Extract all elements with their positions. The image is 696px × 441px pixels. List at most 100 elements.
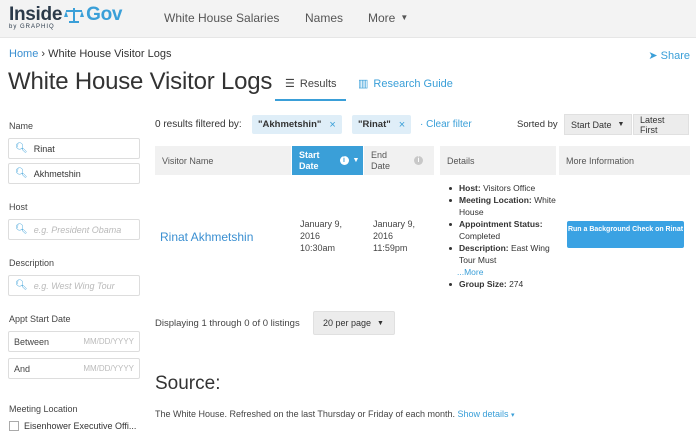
column-header-visitor-name[interactable]: Visitor Name bbox=[155, 146, 291, 175]
results-summary: 0 results filtered by: bbox=[155, 119, 242, 130]
detail-label: Host: bbox=[459, 183, 481, 193]
header-line-2: Date bbox=[371, 160, 391, 171]
start-date-between-input[interactable]: Between MM/DD/YYYY bbox=[8, 331, 140, 352]
end-time: 11:59pm bbox=[373, 243, 408, 253]
header-label: Visitor Name bbox=[162, 155, 214, 166]
description-placeholder: e.g. West Wing Tour bbox=[33, 280, 115, 291]
source-text: The White House. Refreshed on the last T… bbox=[155, 409, 455, 419]
detail-label: Group Size: bbox=[459, 279, 507, 289]
sort-desc-icon: ▼ bbox=[352, 157, 360, 164]
name-filter-input-1[interactable]: 🔍︎ Rinat bbox=[8, 138, 140, 159]
date-placeholder: MM/DD/YYYY bbox=[83, 337, 134, 346]
tab-results[interactable]: ☰ Results bbox=[285, 77, 337, 91]
close-icon[interactable]: × bbox=[329, 119, 335, 131]
sort-order-button[interactable]: Latest First bbox=[633, 114, 689, 135]
header-line-1: Start bbox=[299, 149, 320, 160]
detail-label: Meeting Location: bbox=[459, 195, 532, 205]
column-header-start-date[interactable]: Start Date i ▼ bbox=[292, 146, 363, 175]
start-date-line: 2016 bbox=[300, 231, 321, 241]
top-nav: Inside Gov by GRAPHIQ White House Salari… bbox=[0, 0, 696, 38]
tab-guide-label: Research Guide bbox=[373, 77, 453, 90]
chip-label: "Akhmetshin" bbox=[258, 119, 322, 130]
tab-research-guide[interactable]: ▥ Research Guide bbox=[358, 77, 453, 91]
end-date-line: 2016 bbox=[373, 231, 394, 241]
detail-description: Description: East Wing Tour Must bbox=[447, 242, 557, 266]
filter-label-name: Name bbox=[9, 121, 34, 131]
caret-down-icon: ▼ bbox=[400, 13, 409, 22]
header-label: Start Date bbox=[299, 150, 320, 172]
info-icon[interactable]: i bbox=[339, 156, 349, 165]
nav-white-house-salaries[interactable]: White House Salaries bbox=[164, 11, 279, 25]
header-label: End Date bbox=[371, 150, 390, 172]
close-icon[interactable]: × bbox=[399, 119, 405, 131]
nav-more[interactable]: More ▼ bbox=[368, 11, 408, 25]
caret-down-icon: ▼ bbox=[617, 121, 625, 128]
end-date-cell: January 9, 2016 11:59pm bbox=[373, 218, 415, 254]
nav-more-label: More bbox=[368, 11, 396, 25]
clear-filter-link[interactable]: · Clear filter bbox=[420, 119, 472, 130]
header-line-2: Date bbox=[299, 160, 319, 171]
breadcrumb-home[interactable]: Home bbox=[9, 48, 38, 60]
source-description: The White House. Refreshed on the last T… bbox=[155, 409, 515, 419]
between-label: Between bbox=[14, 336, 50, 347]
logo-text-gov: Gov bbox=[86, 4, 123, 25]
background-check-button[interactable]: Run a Background Check on Rinat bbox=[567, 221, 684, 248]
date-placeholder: MM/DD/YYYY bbox=[83, 364, 134, 373]
detail-group-size: Group Size: 274 bbox=[447, 278, 557, 290]
column-header-end-date[interactable]: End Date i bbox=[364, 146, 434, 175]
name-filter-value-1: Rinat bbox=[33, 143, 55, 154]
search-icon: 🔍︎ bbox=[15, 168, 28, 179]
name-filter-input-2[interactable]: 🔍︎ Akhmetshin bbox=[8, 163, 140, 184]
and-label: And bbox=[14, 363, 31, 374]
visitor-name-link[interactable]: Rinat Akhmetshin bbox=[160, 230, 253, 244]
sorted-by-label: Sorted by bbox=[517, 119, 558, 130]
sort-field-select[interactable]: Start Date ▼ bbox=[564, 114, 632, 135]
per-page-select[interactable]: 20 per page ▼ bbox=[313, 311, 395, 335]
per-page-label: 20 per page bbox=[323, 318, 372, 328]
share-button[interactable]: ➤ Share bbox=[648, 49, 690, 62]
detail-host: Host: Visitors Office bbox=[447, 182, 557, 194]
search-icon: 🔍︎ bbox=[15, 143, 28, 154]
breadcrumb: Home › White House Visitor Logs bbox=[9, 48, 171, 60]
column-header-details: Details bbox=[440, 146, 556, 175]
show-details-link[interactable]: Show details ▾ bbox=[458, 409, 515, 419]
tab-results-label: Results bbox=[299, 77, 337, 90]
logo-text-inside: Inside bbox=[9, 4, 63, 25]
start-date-line: January 9, bbox=[300, 219, 343, 229]
header-label: Details bbox=[447, 155, 475, 166]
info-icon[interactable]: i bbox=[414, 156, 424, 165]
host-filter-input[interactable]: 🔍︎ e.g. President Obama bbox=[8, 219, 140, 240]
sort-field-label: Start Date bbox=[571, 119, 612, 130]
filter-label-meeting-location: Meeting Location bbox=[9, 404, 78, 414]
share-icon: ➤ bbox=[648, 50, 658, 62]
sort-order-label: Latest First bbox=[640, 114, 665, 135]
location-option-eisenhower[interactable]: Eisenhower Executive Offi... bbox=[9, 421, 136, 431]
scales-icon bbox=[63, 7, 85, 23]
host-placeholder: e.g. President Obama bbox=[33, 224, 122, 235]
start-date-cell: January 9, 2016 10:30am bbox=[300, 218, 342, 254]
active-tab-indicator bbox=[275, 99, 346, 101]
description-filter-input[interactable]: 🔍︎ e.g. West Wing Tour bbox=[8, 275, 140, 296]
book-icon: ▥ bbox=[358, 78, 369, 90]
start-date-and-input[interactable]: And MM/DD/YYYY bbox=[8, 358, 140, 379]
caret-down-icon: ▾ bbox=[511, 412, 515, 419]
filter-label-host: Host bbox=[9, 202, 28, 212]
detail-label: Description: bbox=[459, 243, 509, 253]
nav-names[interactable]: Names bbox=[305, 11, 343, 25]
start-time: 10:30am bbox=[300, 243, 336, 253]
detail-value: 274 bbox=[509, 279, 524, 289]
details-more-link[interactable]: ...More bbox=[447, 266, 557, 278]
details-cell: Host: Visitors Office Meeting Location: … bbox=[447, 182, 557, 290]
insidegov-logo[interactable]: Inside Gov by GRAPHIQ bbox=[9, 4, 122, 30]
share-label: Share bbox=[660, 50, 690, 62]
detail-label: Appointment Status: bbox=[459, 219, 543, 229]
detail-value: Visitors Office bbox=[483, 183, 536, 193]
header-line-1: End bbox=[371, 149, 388, 160]
filter-chip-rinat: "Rinat" × bbox=[352, 115, 412, 134]
caret-down-icon: ▼ bbox=[377, 319, 384, 327]
column-header-more-info: More Information bbox=[559, 146, 690, 175]
location-option-label: Eisenhower Executive Offi... bbox=[24, 421, 137, 431]
checkbox[interactable] bbox=[9, 421, 19, 431]
detail-appointment-status: Appointment Status: Completed bbox=[447, 218, 557, 242]
detail-value: Completed bbox=[459, 231, 501, 241]
